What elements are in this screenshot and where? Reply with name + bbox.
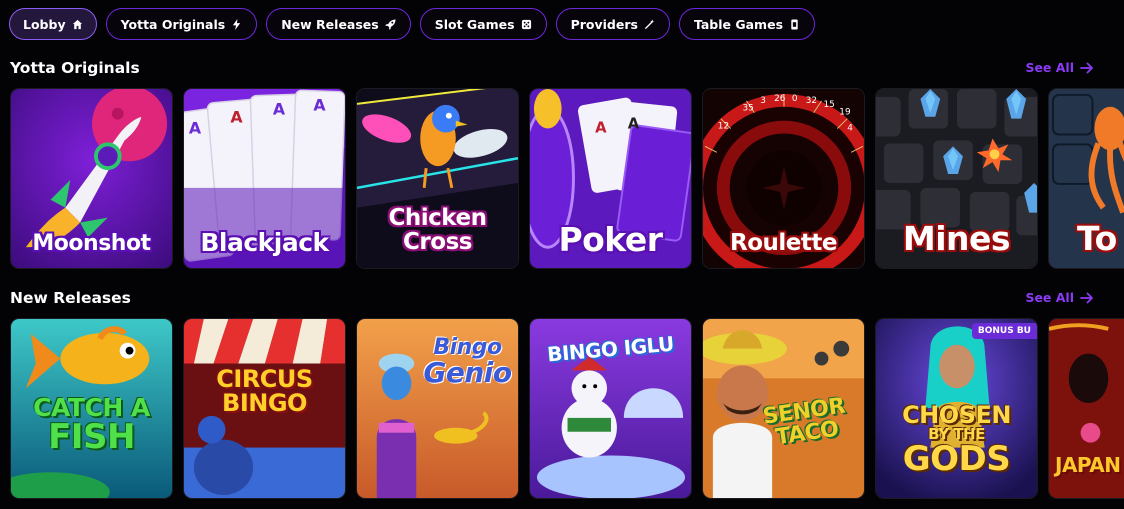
game-title-partial: To: [1077, 219, 1117, 258]
originals-row: Moonshot A A A A Blackjack Chicken Cross…: [10, 88, 1124, 269]
tab-slot-games-label: Slot Games: [434, 16, 515, 32]
catch-a-fish-line2: FISH: [48, 417, 135, 457]
game-card-mines[interactable]: Mines: [875, 88, 1038, 269]
home-icon: [72, 19, 82, 29]
game-title-chicken-cross: Chicken Cross: [357, 206, 518, 254]
game-card-catch-a-fish[interactable]: CATCH A FISH: [10, 318, 173, 499]
arrow-right-icon: [1080, 292, 1093, 303]
section-title-originals: Yotta Originals: [10, 59, 140, 77]
game-title-catch-a-fish: CATCH A FISH: [11, 395, 172, 454]
bingo-genio-line2: Genio: [423, 356, 512, 389]
chosen-line1: CHOSEN: [902, 401, 1011, 429]
game-title-circus-bingo: CIRCUS BINGO: [184, 367, 345, 415]
see-all-new-releases-link[interactable]: See All: [1025, 290, 1094, 305]
tab-table-games[interactable]: Table Games: [678, 8, 816, 40]
game-title-bingo-genio: Bingo Genio: [417, 337, 518, 387]
game-card-bingo-genio[interactable]: Bingo Genio: [356, 318, 519, 499]
see-all-originals-link[interactable]: See All: [1025, 60, 1094, 75]
game-title-blackjack: Blackjack: [200, 228, 329, 257]
svg-text:0: 0: [792, 94, 798, 104]
svg-text:A: A: [273, 100, 286, 119]
game-card-japan[interactable]: JAPAN: [1048, 318, 1124, 499]
category-tabs: Lobby Yotta Originals New Releases Slot …: [9, 8, 816, 40]
section-title-new-releases: New Releases: [10, 289, 131, 307]
svg-text:19: 19: [839, 108, 851, 118]
tab-yotta-originals[interactable]: Yotta Originals: [105, 8, 258, 40]
tab-new-releases[interactable]: New Releases: [266, 8, 411, 40]
svg-text:26: 26: [774, 94, 786, 104]
tab-providers-label: Providers: [570, 16, 638, 32]
tab-providers[interactable]: Providers: [555, 8, 670, 40]
game-card-bingo-iglu[interactable]: BINGO IGLU: [529, 318, 692, 499]
arrow-right-icon: [1080, 62, 1093, 73]
game-title-moonshot: Moonshot: [32, 231, 151, 256]
game-card-blackjack[interactable]: A A A A Blackjack: [183, 88, 346, 269]
wand-icon: [644, 18, 655, 29]
tab-lobby-label: Lobby: [23, 16, 66, 32]
game-title-japan: JAPAN: [1055, 453, 1121, 477]
svg-text:A: A: [230, 108, 243, 127]
card-icon: [791, 18, 798, 30]
svg-text:15: 15: [824, 100, 835, 110]
svg-text:12: 12: [718, 122, 729, 132]
game-title-chosen-by-the-gods: CHOSEN BY THE GODS: [876, 403, 1037, 476]
chosen-line3: GODS: [902, 439, 1011, 479]
game-title-roulette: Roulette: [730, 230, 837, 256]
game-title-mines: Mines: [902, 219, 1011, 258]
svg-text:A: A: [189, 118, 202, 137]
game-card-chosen-by-the-gods[interactable]: BONUS BU CHOSEN BY THE GODS: [875, 318, 1038, 499]
svg-text:35: 35: [743, 104, 754, 114]
game-card-chicken-cross[interactable]: Chicken Cross: [356, 88, 519, 269]
svg-text:A: A: [313, 96, 326, 115]
lightning-icon: [233, 18, 241, 30]
tab-new-releases-label: New Releases: [281, 16, 379, 32]
tab-slot-games[interactable]: Slot Games: [419, 8, 547, 40]
rocket-icon: [385, 18, 396, 30]
game-title-chicken-cross-line1: Chicken: [388, 205, 487, 231]
see-all-originals-label: See All: [1025, 60, 1074, 75]
see-all-new-releases-label: See All: [1025, 290, 1074, 305]
tab-yotta-originals-label: Yotta Originals: [120, 16, 226, 32]
tab-table-games-label: Table Games: [693, 16, 784, 32]
game-card-circus-bingo[interactable]: CIRCUS BINGO: [183, 318, 346, 499]
game-title-chicken-cross-line2: Cross: [403, 229, 472, 256]
game-card-partial[interactable]: To: [1048, 88, 1124, 269]
game-title-poker: Poker: [558, 220, 663, 259]
game-card-senor-taco[interactable]: SENOR TACO: [702, 318, 865, 499]
svg-text:A: A: [595, 120, 607, 137]
dice-icon: [521, 19, 531, 29]
svg-text:A: A: [628, 116, 640, 133]
bonus-buy-badge: BONUS BU: [971, 323, 1037, 339]
svg-text:4: 4: [847, 124, 853, 134]
svg-text:3: 3: [760, 96, 766, 106]
game-card-poker[interactable]: A A Poker: [529, 88, 692, 269]
new-releases-row: CATCH A FISH CIRCUS BINGO Bingo Genio BI…: [10, 318, 1124, 499]
game-card-roulette[interactable]: 12 35 3 26 0 32 15 19 4 Roulette: [702, 88, 865, 269]
circus-bingo-line2: BINGO: [222, 389, 307, 417]
circus-bingo-line1: CIRCUS: [216, 365, 313, 393]
game-card-moonshot[interactable]: Moonshot: [10, 88, 173, 269]
tab-lobby[interactable]: Lobby: [9, 8, 97, 40]
svg-text:32: 32: [806, 96, 817, 106]
